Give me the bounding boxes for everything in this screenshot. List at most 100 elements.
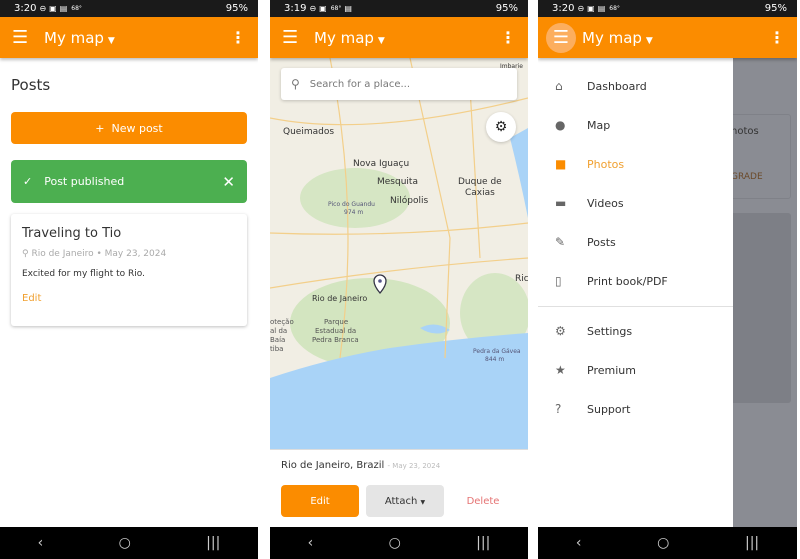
map-selector[interactable]: My map ▼ [314, 29, 500, 47]
help-icon: ? [555, 402, 562, 416]
drawer-item-map[interactable]: ● Map [538, 107, 733, 143]
map-selector[interactable]: My map ▼ [582, 29, 769, 47]
behind-text: hotos [731, 126, 759, 137]
dnd-icon: ⊖ [39, 4, 47, 13]
caret-down-icon: ▼ [645, 35, 653, 46]
map-screen: 3:19 ⊖ ▣ 68° ▤ 95% ☰ My map ▼ ⋮ Imbarie Queim… [270, 0, 528, 559]
back-icon[interactable]: ‹ [38, 535, 44, 551]
caret-down-icon: ▼ [377, 35, 385, 46]
notification-icon: ▣ [49, 4, 57, 13]
gallery-icon: ▤ [59, 4, 68, 13]
search-bar[interactable]: ⚲ Search for a place... [281, 68, 517, 100]
drawer-item-premium[interactable]: ★ Premium [538, 352, 733, 388]
more-vert-icon[interactable]: ⋮ [500, 28, 516, 47]
status-left: 3:20 ⊖ ▣ ▤ 68° [552, 3, 620, 14]
video-icon: ▬ [555, 196, 567, 210]
search-icon: ⚲ [291, 77, 300, 91]
drawer-item-support[interactable]: ? Support [538, 391, 733, 427]
map-label: Pedra Branca [312, 336, 359, 344]
notification-icon: ▣ [587, 4, 595, 13]
back-icon[interactable]: ‹ [308, 535, 314, 551]
post-location: Rio de Janeiro [31, 249, 94, 259]
edit-label: Edit [310, 495, 330, 507]
map-label: Estadual da [315, 327, 356, 335]
drawer-item-label: Posts [587, 235, 616, 249]
home-icon: ⌂ [555, 79, 563, 93]
drawer-item-label: Settings [587, 324, 633, 338]
drawer-item-label: Dashboard [587, 79, 647, 93]
clock: 3:20 [552, 3, 575, 14]
recents-icon[interactable]: ||| [745, 535, 759, 551]
map-label: Nova Iguaçu [353, 159, 409, 169]
search-input[interactable]: Search for a place... [310, 79, 410, 90]
map-selector[interactable]: My map ▼ [44, 29, 230, 47]
hamburger-menu-icon[interactable]: ☰ [282, 27, 308, 48]
map-label: al da [270, 327, 287, 335]
drawer-item-dashboard[interactable]: ⌂ Dashboard [538, 68, 733, 104]
map-label: Baía [270, 336, 285, 344]
drawer-item-settings[interactable]: ⚙ Settings [538, 313, 733, 349]
recents-icon[interactable]: ||| [476, 535, 490, 551]
map-label: tiba [270, 345, 283, 353]
home-button-icon[interactable]: ○ [657, 535, 669, 551]
status-left: 3:19 ⊖ ▣ 68° ▤ [284, 3, 352, 14]
map-label: 974 m [344, 209, 363, 216]
delete-button[interactable]: Delete [450, 485, 516, 517]
recents-icon[interactable]: ||| [206, 535, 220, 551]
hamburger-menu-icon[interactable]: ☰ [12, 27, 38, 48]
new-post-button[interactable]: + New post [11, 112, 247, 144]
drawer-item-posts[interactable]: ✎ Posts [538, 224, 733, 260]
map-label: Ric [515, 274, 528, 284]
more-vert-icon[interactable]: ⋮ [230, 28, 246, 47]
attach-button[interactable]: Attach ▼ [366, 485, 444, 517]
posts-screen: 3:20 ⊖ ▣ ▤ 68° 95% ☰ My map ▼ ⋮ Posts + New p… [0, 0, 258, 559]
drawer-item-label: Map [587, 118, 611, 132]
drawer-item-print-book-pdf[interactable]: ▯ Print book/PDF [538, 263, 733, 299]
place-date: May 23, 2024 [392, 462, 441, 470]
app-bar: ☰ My map ▼ ⋮ [538, 17, 797, 58]
scrim-overlay[interactable]: hotos GRADE [723, 58, 797, 527]
edit-link[interactable]: Edit [22, 293, 236, 304]
home-button-icon[interactable]: ○ [119, 535, 131, 551]
image-icon: ■ [555, 157, 567, 171]
app-title: My map [582, 28, 642, 47]
app-title: My map [314, 28, 374, 47]
caret-down-icon: ▼ [107, 35, 115, 46]
drawer-divider [538, 306, 733, 307]
back-icon[interactable]: ‹ [576, 535, 582, 551]
home-button-icon[interactable]: ○ [389, 535, 401, 551]
battery: 95% [495, 3, 518, 14]
weather-temp: 68° [609, 5, 620, 12]
drawer-item-videos[interactable]: ▬ Videos [538, 185, 733, 221]
check-icon: ✓ [23, 175, 33, 188]
close-icon[interactable]: ✕ [222, 173, 235, 191]
map-label: Pedra da Gávea [473, 348, 521, 355]
app-bar: ☰ My map ▼ ⋮ [270, 17, 528, 58]
map-label: Rio de Janeiro [312, 294, 367, 303]
post-date: May 23, 2024 [104, 249, 167, 259]
more-vert-icon[interactable]: ⋮ [769, 28, 785, 47]
drawer-item-label: Photos [587, 157, 625, 171]
weather-temp: 68° [71, 5, 82, 12]
snackbar-text: Post published [44, 175, 125, 188]
map-pin-icon: ● [555, 118, 566, 132]
place-name: Rio de Janeiro, Brazil [281, 460, 385, 471]
map-settings-button[interactable]: ⚙ [486, 112, 516, 142]
edit-button[interactable]: Edit [281, 485, 359, 517]
battery: 95% [225, 3, 248, 14]
clock: 3:19 [284, 3, 307, 14]
dnd-icon: ⊖ [577, 4, 585, 13]
hamburger-menu-icon[interactable]: ☰ [546, 22, 576, 53]
system-nav-bar: ‹ ○ ||| [270, 527, 528, 559]
clock: 3:20 [14, 3, 37, 14]
drawer-item-label: Support [587, 402, 631, 416]
system-nav-bar: ‹ ○ ||| [0, 527, 258, 559]
battery: 95% [764, 3, 787, 14]
weather-temp: 68° [330, 5, 342, 12]
drawer-item-photos[interactable]: ■ Photos [538, 146, 733, 182]
system-nav-bar: ‹ ○ ||| [538, 527, 797, 559]
post-body: Excited for my flight to Rio. [22, 269, 145, 279]
status-bar: 3:20 ⊖ ▣ ▤ 68° 95% [0, 0, 258, 17]
page-title: Posts [11, 76, 51, 94]
gear-icon: ⚙ [494, 119, 508, 135]
